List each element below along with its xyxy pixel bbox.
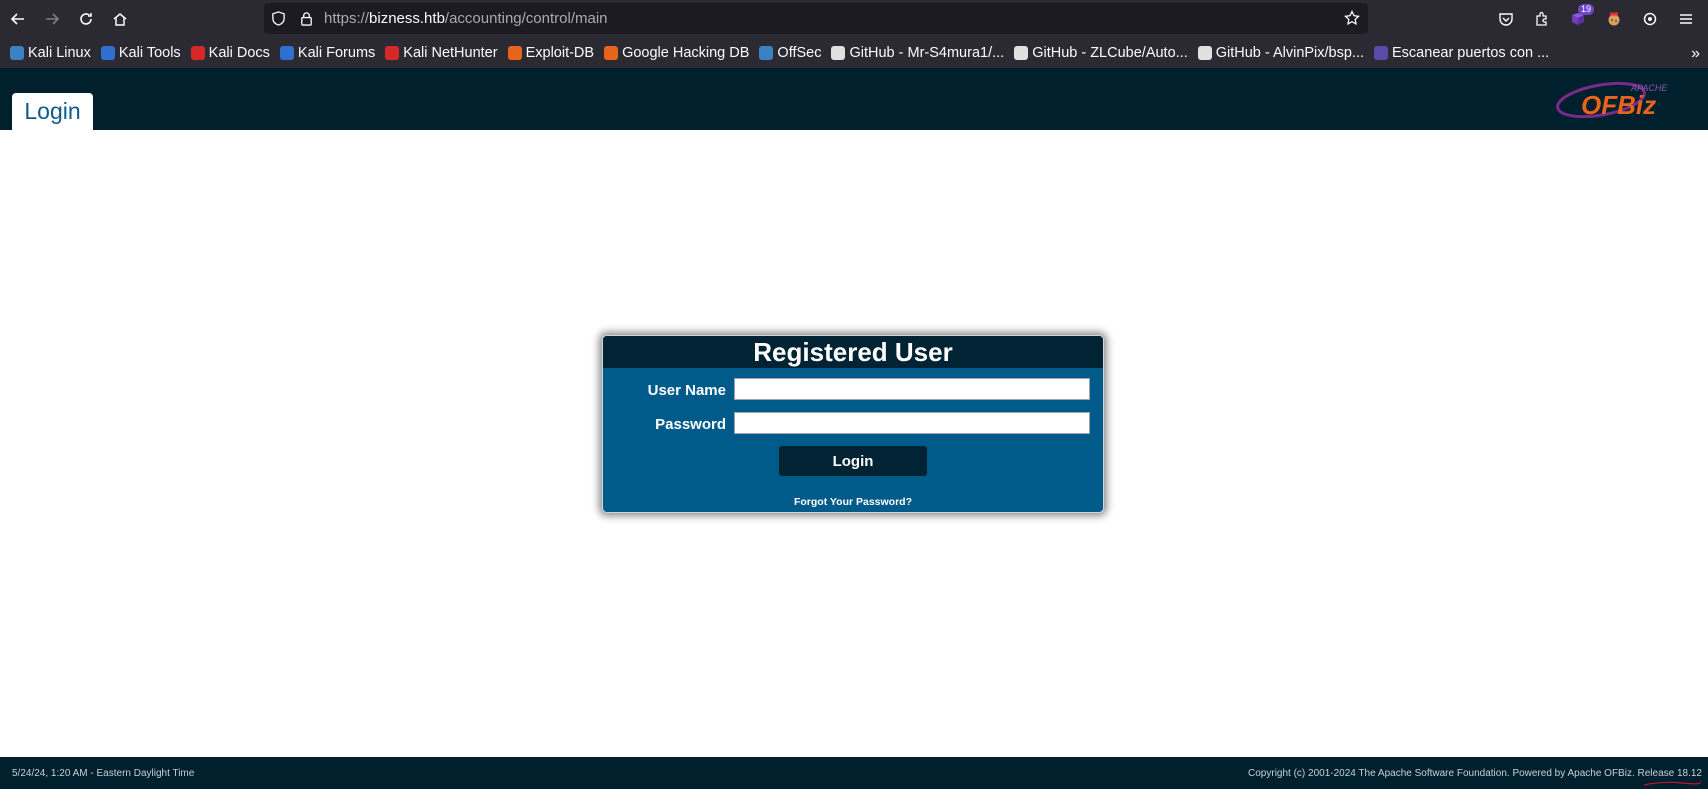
username-row: User Name (603, 378, 1103, 404)
footer-scribble (1643, 781, 1701, 786)
bookmark-label: GitHub - Mr-S4mura1/... (849, 45, 1005, 61)
password-input[interactable] (734, 412, 1090, 434)
footer-timestamp: 5/24/24, 1:20 AM - Eastern Daylight Time (12, 768, 195, 779)
menu-button[interactable] (1670, 3, 1702, 35)
kali-forums-icon (279, 46, 294, 60)
password-row: Password (603, 412, 1103, 438)
kali-docs-icon (190, 46, 205, 60)
pocket-button[interactable] (1490, 3, 1522, 35)
toolbar-right: 19 (1486, 3, 1702, 35)
bookmark-label: GitHub - AlvinPix/bsp... (1215, 45, 1365, 61)
extension-settings-button[interactable] (1634, 3, 1666, 35)
url-text: https://bizness.htb/accounting/control/m… (324, 10, 608, 27)
home-icon (113, 13, 127, 26)
reload-button[interactable] (70, 3, 102, 35)
bookmark-kali-forums[interactable]: Kali Forums (279, 45, 376, 61)
page-footer: 5/24/24, 1:20 AM - Eastern Daylight Time… (0, 757, 1708, 789)
reload-icon (80, 13, 92, 25)
extension-cookie-button[interactable] (1598, 3, 1630, 35)
puzzle-icon (1536, 11, 1547, 26)
ofbiz-logo: APACHE OFBiz (1556, 81, 1668, 120)
bookmark-exploit-db[interactable]: Exploit-DB (507, 45, 595, 61)
hamburger-menu-icon (1680, 14, 1692, 24)
back-button[interactable] (2, 3, 34, 35)
github-icon (831, 46, 846, 60)
kali-tools-icon (100, 46, 115, 60)
offsec-icon (759, 46, 774, 60)
ghdb-icon (604, 46, 619, 60)
password-label: Password (655, 416, 726, 433)
bookmark-offsec[interactable]: OffSec (759, 45, 821, 61)
logo-text: OFBiz (1581, 90, 1656, 120)
bookmark-kali-docs[interactable]: Kali Docs (190, 45, 270, 61)
extensions-button[interactable] (1526, 3, 1558, 35)
bookmarks-overflow-icon[interactable]: » (1691, 45, 1700, 63)
login-button[interactable]: Login (779, 446, 927, 476)
shield-icon[interactable] (264, 11, 292, 26)
bookmark-label: Kali NetHunter (403, 45, 498, 61)
lock-icon[interactable] (292, 11, 320, 26)
bookmark-google-hacking-db[interactable]: Google Hacking DB (604, 45, 749, 61)
forgot-password-link[interactable]: Forgot Your Password? (603, 496, 1103, 508)
bookmark-kali-linux[interactable]: Kali Linux (10, 45, 91, 61)
extension-badge: 19 (1577, 4, 1594, 15)
bookmark-label: Kali Tools (118, 45, 181, 61)
nethunter-icon (385, 46, 400, 60)
github-icon (1197, 46, 1212, 60)
url-scheme: https:// (324, 10, 370, 27)
pocket-icon (1499, 13, 1513, 26)
site-icon (1374, 46, 1389, 60)
bookmark-label: Exploit-DB (525, 45, 595, 61)
bookmark-kali-nethunter[interactable]: Kali NetHunter (385, 45, 498, 61)
bookmark-github-1[interactable]: GitHub - Mr-S4mura1/... (831, 45, 1004, 61)
bookmark-escanear-puertos[interactable]: Escanear puertos con ... (1374, 45, 1549, 61)
gear-icon (1643, 12, 1657, 26)
url-path: /accounting/control/main (444, 10, 608, 27)
extension-foxyproxy-button[interactable]: 19 (1562, 3, 1594, 35)
username-label: User Name (647, 382, 726, 399)
kali-dragon-icon (10, 46, 24, 60)
bookmark-github-3[interactable]: GitHub - AlvinPix/bsp... (1197, 45, 1365, 61)
bookmark-github-2[interactable]: GitHub - ZLCube/Auto... (1014, 45, 1188, 61)
url-bar[interactable]: https://bizness.htb/accounting/control/m… (264, 3, 1368, 34)
bookmark-label: OffSec (777, 45, 822, 61)
exploit-db-icon (507, 46, 522, 60)
forward-arrow-icon (46, 13, 60, 25)
login-panel-title: Registered User (603, 336, 1103, 368)
bookmark-star-icon[interactable] (1344, 9, 1360, 30)
back-arrow-icon (10, 13, 24, 25)
login-panel: Registered User User Name Password Login… (602, 335, 1104, 513)
app-header: Login APACHE OFBiz (0, 68, 1708, 130)
browser-toolbar: https://bizness.htb/accounting/control/m… (0, 0, 1708, 38)
bookmark-label: Kali Docs (208, 45, 270, 61)
tab-login[interactable]: Login (12, 93, 93, 130)
cookie-icon (1608, 12, 1620, 26)
bookmark-label: Kali Linux (28, 45, 91, 61)
footer-copyright: Copyright (c) 2001-2024 The Apache Softw… (1248, 768, 1702, 779)
bookmarks-bar: Kali Linux Kali Tools Kali Docs Kali For… (0, 38, 1708, 68)
bookmark-kali-tools[interactable]: Kali Tools (100, 45, 181, 61)
bookmark-label: Kali Forums (297, 45, 376, 61)
bookmark-label: Google Hacking DB (622, 45, 750, 61)
bookmark-label: GitHub - ZLCube/Auto... (1032, 45, 1188, 61)
github-icon (1014, 46, 1029, 60)
url-host: bizness.htb (369, 10, 445, 27)
username-input[interactable] (734, 378, 1090, 400)
bookmark-label: Escanear puertos con ... (1392, 45, 1550, 61)
forward-button[interactable] (36, 3, 68, 35)
home-button[interactable] (104, 3, 136, 35)
